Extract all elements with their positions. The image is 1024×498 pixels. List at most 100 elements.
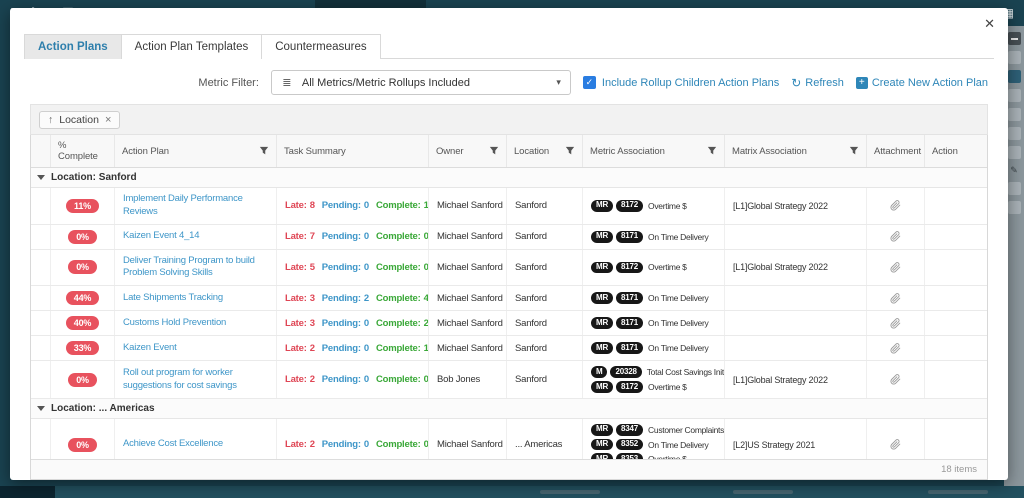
group-header[interactable]: Location: ... Americas bbox=[31, 399, 987, 419]
metric-association[interactable]: MR8352On Time Delivery bbox=[591, 439, 708, 451]
column-header[interactable]: Attachment bbox=[867, 135, 925, 167]
table-row: 0%Achieve Cost ExcellenceLate:2Pending:0… bbox=[31, 419, 987, 459]
attachment-icon[interactable] bbox=[890, 343, 901, 354]
metric-name: Overtime $ bbox=[648, 382, 687, 392]
indent-cell bbox=[31, 361, 51, 398]
action-plan-link[interactable]: Deliver Training Program to build Proble… bbox=[115, 250, 277, 286]
action-plan-link[interactable]: Roll out program for worker suggestions … bbox=[115, 361, 277, 398]
grid-footer: 18 items bbox=[31, 459, 987, 479]
column-label: % Complete bbox=[58, 140, 107, 162]
refresh-button[interactable]: ↻ Refresh bbox=[791, 76, 844, 90]
filter-icon[interactable] bbox=[489, 146, 499, 156]
metric-association[interactable]: MR8171On Time Delivery bbox=[591, 231, 708, 243]
panel-tile[interactable] bbox=[1008, 127, 1021, 140]
checkbox-checked-icon[interactable]: ✓ bbox=[583, 76, 596, 89]
filter-icon[interactable] bbox=[259, 146, 269, 156]
attachment-cell bbox=[867, 419, 925, 459]
attachment-icon[interactable] bbox=[890, 200, 901, 211]
column-header[interactable]: Metric Association bbox=[583, 135, 725, 167]
column-header[interactable]: Action bbox=[925, 135, 983, 167]
refresh-label: Refresh bbox=[805, 77, 844, 89]
metric-association-cell: MR8171On Time Delivery bbox=[583, 311, 725, 335]
metric-association[interactable]: MR8171On Time Delivery bbox=[591, 292, 708, 304]
column-header[interactable]: Owner bbox=[429, 135, 507, 167]
edit-pencil-icon[interactable]: ✎ bbox=[1010, 165, 1018, 176]
collapse-caret-icon[interactable] bbox=[37, 175, 45, 180]
grid-body[interactable]: Location: Sanford11%Implement Daily Perf… bbox=[31, 168, 987, 459]
metric-type-pill: M bbox=[591, 366, 607, 378]
panel-tile[interactable] bbox=[1008, 51, 1021, 64]
metric-association[interactable]: MR8172Overtime $ bbox=[591, 381, 687, 393]
action-plans-modal: ✕ Action Plans Action Plan Templates Cou… bbox=[10, 8, 1008, 480]
metric-name: Overtime $ bbox=[648, 262, 687, 272]
metric-association[interactable]: MR8347Customer Complaints PPM bbox=[591, 424, 725, 436]
group-header[interactable]: Location: Sanford bbox=[31, 168, 987, 188]
metric-filter-label: Metric Filter: bbox=[198, 77, 259, 89]
attachment-cell bbox=[867, 225, 925, 249]
panel-tile[interactable] bbox=[1008, 182, 1021, 195]
action-plan-link[interactable]: Kaizen Event 4_14 bbox=[115, 225, 277, 249]
column-header[interactable] bbox=[31, 135, 51, 167]
filter-icon[interactable] bbox=[565, 146, 575, 156]
collapse-caret-icon[interactable] bbox=[37, 406, 45, 411]
metric-name: On Time Delivery bbox=[648, 318, 708, 328]
panel-tile[interactable] bbox=[1008, 146, 1021, 159]
action-plan-link[interactable]: Implement Daily Performance Reviews bbox=[115, 188, 277, 224]
percent-complete-cell: 40% bbox=[51, 311, 115, 335]
action-plan-link[interactable]: Late Shipments Tracking bbox=[115, 286, 277, 310]
metric-id-pill: 8172 bbox=[616, 200, 643, 212]
metric-id-pill: 20328 bbox=[610, 366, 641, 378]
attachment-icon[interactable] bbox=[890, 231, 901, 242]
metric-association[interactable]: MR8171On Time Delivery bbox=[591, 342, 708, 354]
attachment-icon[interactable] bbox=[890, 262, 901, 273]
sort-ascending-icon[interactable]: ↑ bbox=[48, 114, 53, 126]
metric-association[interactable]: M20328Total Cost Savings Initiative bbox=[591, 366, 725, 378]
metric-name: On Time Delivery bbox=[648, 343, 708, 353]
owner-cell: Michael Sanford bbox=[429, 250, 507, 286]
filter-icon[interactable] bbox=[849, 146, 859, 156]
metric-association[interactable]: MR8171On Time Delivery bbox=[591, 317, 708, 329]
action-cell bbox=[925, 225, 983, 249]
attachment-cell bbox=[867, 336, 925, 360]
column-header[interactable]: Action Plan bbox=[115, 135, 277, 167]
panel-tile[interactable] bbox=[1008, 89, 1021, 102]
action-plan-link[interactable]: Customs Hold Prevention bbox=[115, 311, 277, 335]
panel-tile-selected[interactable] bbox=[1008, 70, 1021, 83]
attachment-icon[interactable] bbox=[890, 293, 901, 304]
tab-action-plan-templates[interactable]: Action Plan Templates bbox=[121, 34, 263, 59]
group-label: Location: Sanford bbox=[51, 172, 137, 183]
tab-countermeasures[interactable]: Countermeasures bbox=[261, 34, 380, 59]
column-header[interactable]: % Complete bbox=[51, 135, 115, 167]
column-header[interactable]: Location bbox=[507, 135, 583, 167]
metric-association[interactable]: MR8172Overtime $ bbox=[591, 200, 687, 212]
collapse-panel-button[interactable] bbox=[1008, 32, 1021, 45]
indent-cell bbox=[31, 311, 51, 335]
attachment-cell bbox=[867, 361, 925, 398]
include-rollup-checkbox-wrap[interactable]: ✓ Include Rollup Children Action Plans bbox=[583, 76, 779, 89]
close-icon[interactable]: ✕ bbox=[984, 17, 995, 30]
column-label: Location bbox=[514, 146, 549, 157]
remove-group-icon[interactable]: × bbox=[105, 114, 111, 126]
attachment-icon[interactable] bbox=[890, 318, 901, 329]
modal-tabs: Action Plans Action Plan Templates Count… bbox=[24, 34, 994, 59]
group-chip-location[interactable]: ↑ Location × bbox=[39, 111, 120, 129]
attachment-icon[interactable] bbox=[890, 374, 901, 385]
table-row: 0%Deliver Training Program to build Prob… bbox=[31, 250, 987, 287]
metric-filter-dropdown[interactable]: ≣ All Metrics/Metric Rollups Included ▾ bbox=[271, 70, 571, 95]
metric-association[interactable]: MR8172Overtime $ bbox=[591, 262, 687, 274]
attachment-icon[interactable] bbox=[890, 439, 901, 450]
tab-action-plans[interactable]: Action Plans bbox=[24, 34, 122, 59]
create-new-action-plan-button[interactable]: + Create New Action Plan bbox=[856, 77, 988, 89]
table-row: 0%Roll out program for worker suggestion… bbox=[31, 361, 987, 399]
filter-icon[interactable] bbox=[707, 146, 717, 156]
action-plan-link[interactable]: Kaizen Event bbox=[115, 336, 277, 360]
location-cell: Sanford bbox=[507, 311, 583, 335]
metric-association-cell: MR8172Overtime $ bbox=[583, 188, 725, 224]
action-plan-link[interactable]: Achieve Cost Excellence bbox=[115, 419, 277, 459]
column-header[interactable]: Matrix Association bbox=[725, 135, 867, 167]
task-summary-cell: Late:2Pending:0Complete:0 bbox=[277, 361, 429, 398]
panel-tile[interactable] bbox=[1008, 201, 1021, 214]
column-label: Metric Association bbox=[590, 146, 665, 157]
panel-tile[interactable] bbox=[1008, 108, 1021, 121]
column-header[interactable]: Task Summary bbox=[277, 135, 429, 167]
